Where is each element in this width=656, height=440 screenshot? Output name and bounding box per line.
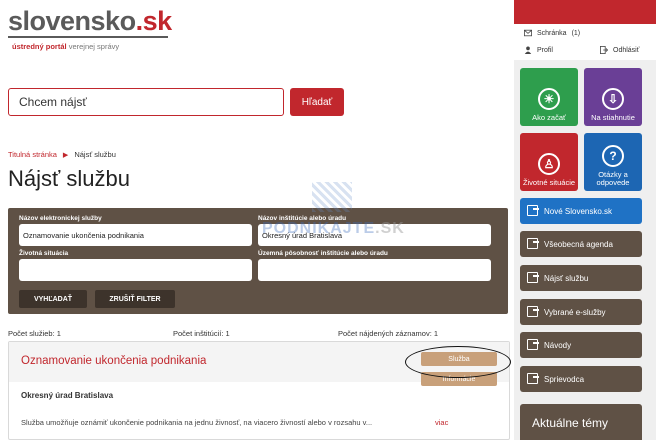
highlight-ellipse xyxy=(405,346,511,378)
enter-icon xyxy=(527,205,539,216)
nav-find-service[interactable]: Nájsť službu xyxy=(520,265,642,291)
search-input[interactable]: Chcem nájsť xyxy=(8,88,284,116)
main-content: slovensko.sk ústredný portál verejnej sp… xyxy=(0,0,514,440)
tile-label: Ako začať xyxy=(532,113,566,123)
page-title: Nájsť službu xyxy=(8,166,130,191)
sidebar: Schránka (1) Profil Odhlásiť ☀ Ako začať… xyxy=(514,0,656,440)
clear-filter-button[interactable]: ZRUŠIŤ FILTER xyxy=(95,290,175,308)
service-name-input[interactable]: Oznamovanie ukončenia podnikania xyxy=(19,224,252,246)
mail-icon xyxy=(524,29,532,37)
nav-label: Nové Slovensko.sk xyxy=(544,206,613,216)
nav-guides[interactable]: Návody xyxy=(520,332,642,358)
logo-text: slovensko.sk xyxy=(8,6,172,36)
territorial-label: Územná pôsobnosť inštitúcie alebo úradu xyxy=(258,250,388,257)
mailbox-label: Schránka xyxy=(537,29,567,37)
tile-label: Otázky a odpovede xyxy=(596,170,630,188)
profile-label: Profil xyxy=(537,46,553,54)
account-panel: Schránka (1) Profil Odhlásiť xyxy=(514,24,656,60)
result-description: Služba umožňuje oznámiť ukončenie podnik… xyxy=(21,418,373,427)
watermark-graphic xyxy=(312,182,352,212)
current-topics-heading: Aktuálne témy xyxy=(520,404,642,440)
tile-faq[interactable]: ? Otázky a odpovede xyxy=(584,133,642,191)
page: slovensko.sk ústredný portál verejnej sp… xyxy=(0,0,656,440)
mailbox-count: (1) xyxy=(571,29,581,37)
profile-link[interactable]: Profil xyxy=(524,46,553,54)
site-logo[interactable]: slovensko.sk xyxy=(8,6,172,37)
nav-label: Všeobecná agenda xyxy=(544,239,613,249)
download-icon: ⇩ xyxy=(602,88,624,111)
nav-label: Návody xyxy=(544,340,572,350)
enter-icon xyxy=(527,238,539,249)
nav-label: Nájsť službu xyxy=(544,273,589,283)
breadcrumb-home-link[interactable]: Titulná stránka xyxy=(8,150,57,159)
breadcrumb: Titulná stránka ▶ Nájsť službu xyxy=(8,150,116,159)
nav-general-agenda[interactable]: Všeobecná agenda xyxy=(520,231,642,257)
nav-wizard[interactable]: Sprievodca xyxy=(520,366,642,392)
result-more-link[interactable]: viac xyxy=(435,418,448,427)
logo-underline xyxy=(8,36,168,38)
life-situation-label: Životná situácia xyxy=(19,250,69,257)
enter-icon xyxy=(527,339,539,350)
nav-new-slovensko[interactable]: Nové Slovensko.sk xyxy=(520,198,642,224)
institutions-count: Počet inštitúcií: 1 xyxy=(173,329,230,338)
question-icon: ? xyxy=(602,145,624,168)
nav-label: Sprievodca xyxy=(544,374,585,384)
watermark: PODNIKAJTE.SK xyxy=(262,220,405,237)
result-title-link[interactable]: Oznamovanie ukončenia podnikania xyxy=(21,355,206,367)
life-situation-input[interactable] xyxy=(19,259,252,281)
nav-selected-eservices[interactable]: Vybrané e-služby xyxy=(520,299,642,325)
lightbulb-icon: ☀ xyxy=(538,88,560,111)
logout-label: Odhlásiť xyxy=(613,46,640,54)
filter-search-button[interactable]: VYHĽADAŤ xyxy=(19,290,87,308)
territorial-input[interactable] xyxy=(258,259,491,281)
breadcrumb-current: Nájsť službu xyxy=(74,150,116,159)
enter-icon xyxy=(527,306,539,317)
enter-icon xyxy=(527,272,539,283)
service-name-label: Názov elektronickej služby xyxy=(19,215,102,222)
search-button[interactable]: Hľadať xyxy=(290,88,344,116)
result-card: Oznamovanie ukončenia podnikania Služba … xyxy=(8,341,511,440)
user-icon xyxy=(524,46,532,54)
mailbox-link[interactable]: Schránka (1) xyxy=(524,29,580,37)
tile-label: Životné situácie xyxy=(522,178,576,188)
nav-label: Vybrané e-služby xyxy=(544,307,606,317)
logo-subtitle: ústredný portál verejnej správy xyxy=(12,42,120,51)
filter-panel: Názov elektronickej služby Oznamovanie u… xyxy=(8,208,508,314)
breadcrumb-separator-icon: ▶ xyxy=(62,151,69,159)
tile-downloads[interactable]: ⇩ Na stiahnutie xyxy=(584,68,642,126)
tile-how-to-start[interactable]: ☀ Ako začať xyxy=(520,68,578,126)
services-count: Počet služieb: 1 xyxy=(8,329,61,338)
tile-life-situations[interactable]: ♙ Životné situácie xyxy=(520,133,578,191)
result-organization: Okresný úrad Bratislava xyxy=(21,391,114,400)
person-icon: ♙ xyxy=(538,153,560,176)
tile-label: Na stiahnutie xyxy=(591,113,635,123)
enter-icon xyxy=(527,373,539,384)
records-count: Počet nájdených záznamov: 1 xyxy=(338,329,439,338)
logout-link[interactable]: Odhlásiť xyxy=(600,46,639,54)
logout-icon xyxy=(600,46,608,54)
sidebar-top-bar xyxy=(514,0,656,24)
